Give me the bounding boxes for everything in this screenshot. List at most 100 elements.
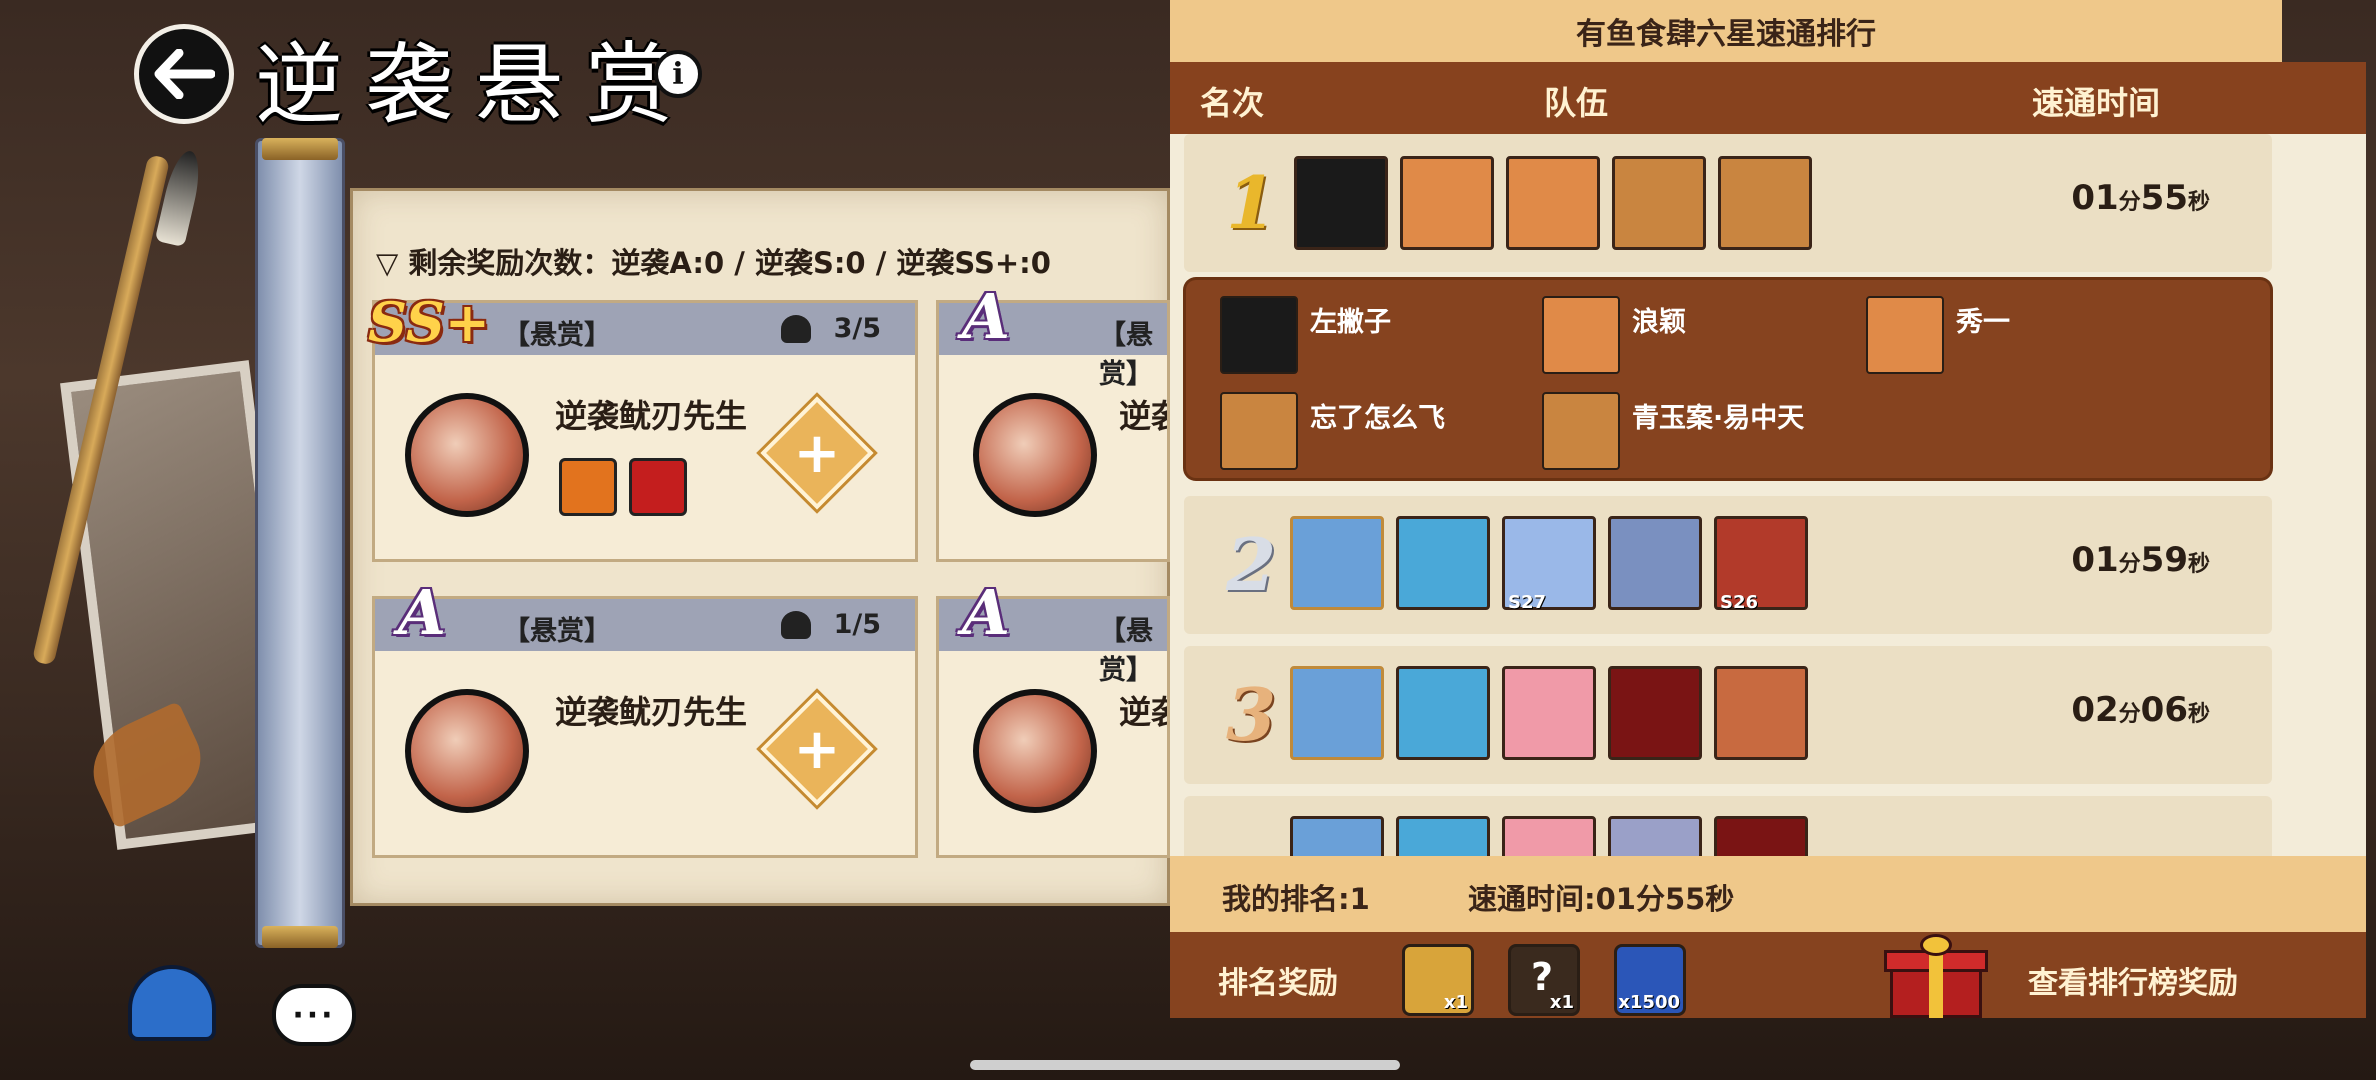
home-indicator[interactable] [970, 1060, 1400, 1070]
back-button[interactable] [134, 24, 234, 124]
member-name: 青玉案·易中天 [1632, 402, 1805, 434]
team-avatar [1294, 156, 1388, 250]
team-avatar [1506, 156, 1600, 250]
team-avatar [1400, 156, 1494, 250]
back-arrow-icon [154, 49, 215, 99]
boss-name: 逆袭鱿刃先生 [555, 693, 748, 731]
add-team-button[interactable]: + [760, 396, 874, 510]
boss-name: 逆袭 [1119, 397, 1167, 435]
rank-badge: A [962, 576, 1011, 649]
team-avatar [1290, 516, 1384, 610]
skill-icon [559, 458, 617, 516]
team-members-panel: 左撇子 浪颖 秀一 忘了怎么飞 青玉案·易中天 [1186, 280, 2270, 478]
bounty-tag: 【悬赏】 [503, 320, 611, 351]
bounty-tag: 【悬赏】 [1099, 616, 1153, 686]
team-avatar [1502, 816, 1596, 856]
team-avatar [1396, 666, 1490, 760]
boss-portrait [973, 689, 1097, 813]
member-avatar [1220, 296, 1298, 374]
member-avatar [1542, 392, 1620, 470]
figure-reward-icon[interactable]: x1500 [1614, 944, 1686, 1016]
team-member: 忘了怎么飞 [1220, 392, 1445, 470]
member-name: 秀一 [1956, 306, 2010, 338]
attempt-count: 1/5 [833, 609, 881, 640]
info-icon[interactable]: i [654, 50, 702, 98]
team-avatar [1396, 816, 1490, 856]
rank-reward-bar: 排名奖励 x1 ? x1 x1500 查看排行榜奖励 [1170, 932, 2366, 1018]
column-team: 队伍 [1544, 84, 1609, 122]
gift-box-icon[interactable] [1884, 934, 1988, 1018]
my-clear-time: 速通时间:01分55秒 [1468, 882, 1735, 916]
leaderboard-header: 名次 队伍 速通时间 [1170, 62, 2366, 134]
member-avatar [1220, 392, 1298, 470]
rank-badge: SS+ [368, 290, 491, 354]
leaderboard-list[interactable]: 1 01分55秒 左撇子 浪颖 秀一 忘了怎么飞 青玉案·易中天 2 S27 S… [1170, 134, 2366, 856]
plus-icon: + [793, 716, 841, 782]
boss-portrait [405, 689, 529, 813]
attempt-count: 3/5 [833, 313, 881, 344]
team-avatar [1612, 156, 1706, 250]
scroll-rod [255, 138, 345, 948]
skill-icon [629, 458, 687, 516]
member-avatar [1542, 296, 1620, 374]
member-name: 左撇子 [1310, 306, 1391, 338]
team-member: 青玉案·易中天 [1542, 392, 1804, 470]
team-avatar [1608, 816, 1702, 856]
team-member: 秀一 [1866, 296, 2010, 374]
leaderboard-row[interactable] [1184, 796, 2272, 856]
leaderboard-title: 有鱼食肆六星速通排行 [1170, 0, 2282, 62]
boss-name: 逆袭 [1119, 693, 1167, 731]
team-avatar [1718, 156, 1812, 250]
card-header: 【悬赏】 1/5 [375, 599, 915, 651]
team-avatar [1608, 666, 1702, 760]
team-avatar [1608, 516, 1702, 610]
chat-button[interactable]: ··· [262, 970, 366, 1060]
scroll-cap-bottom [262, 926, 338, 948]
column-time: 速通时间 [2032, 84, 2161, 122]
boss-portrait [405, 393, 529, 517]
bounty-tag: 【悬赏】 [503, 616, 611, 647]
member-name: 忘了怎么飞 [1310, 402, 1445, 434]
scroll-cap-top [262, 138, 338, 160]
rank-number: 3 [1226, 672, 1277, 757]
clear-time: 02分06秒 [2071, 690, 2210, 730]
leaderboard-row[interactable]: 3 02分06秒 [1184, 646, 2272, 784]
team-avatar [1396, 516, 1490, 610]
team-member: 左撇子 [1220, 296, 1391, 374]
ninja-icon[interactable] [120, 958, 224, 1048]
team-avatar [1502, 666, 1596, 760]
team-icon [781, 315, 811, 343]
leaderboard-row[interactable]: 2 S27 S26 01分59秒 [1184, 496, 2272, 634]
boss-name: 逆袭鱿刃先生 [555, 397, 748, 435]
team-member: 浪颖 [1542, 296, 1686, 374]
chat-bubble-icon: ··· [272, 984, 356, 1046]
team-avatar [1290, 666, 1384, 760]
view-rank-rewards-button[interactable]: 查看排行榜奖励 [2028, 958, 2238, 1002]
team-icon [781, 611, 811, 639]
plus-icon: + [793, 420, 841, 486]
member-avatar [1866, 296, 1944, 374]
team-avatar [1714, 666, 1808, 760]
scroll-reward-icon[interactable]: x1 [1402, 944, 1474, 1016]
member-name: 浪颖 [1632, 306, 1686, 338]
rank-number: 2 [1226, 522, 1277, 607]
my-rank: 我的排名:1 [1222, 882, 1370, 916]
rank-badge: A [962, 280, 1011, 353]
bounty-card[interactable]: 【悬赏】 1/5 逆袭鱿刃先生 + [372, 596, 918, 858]
add-team-button[interactable]: + [760, 692, 874, 806]
rank-badge: A [398, 576, 447, 649]
column-rank: 名次 [1200, 84, 1265, 122]
leaderboard-panel: 有鱼食肆六星速通排行 名次 队伍 速通时间 1 01分55秒 左撇子 浪颖 秀一… [1170, 0, 2366, 1020]
clear-time: 01分59秒 [2071, 540, 2210, 580]
level-badge: S26 [1720, 592, 1759, 613]
boss-portrait [973, 393, 1097, 517]
bounty-tag: 【悬赏】 [1099, 320, 1153, 390]
mystery-reward-icon[interactable]: ? x1 [1508, 944, 1580, 1016]
rank-reward-label: 排名奖励 [1218, 966, 1338, 1001]
level-badge: S27 [1508, 592, 1547, 613]
triangle-icon: ▽ [376, 246, 409, 280]
team-avatar [1290, 816, 1384, 856]
leaderboard-row[interactable]: 1 01分55秒 [1184, 134, 2272, 272]
page-title: 逆袭悬赏 [255, 33, 696, 136]
my-rank-bar: 我的排名:1 速通时间:01分55秒 [1170, 856, 2366, 932]
